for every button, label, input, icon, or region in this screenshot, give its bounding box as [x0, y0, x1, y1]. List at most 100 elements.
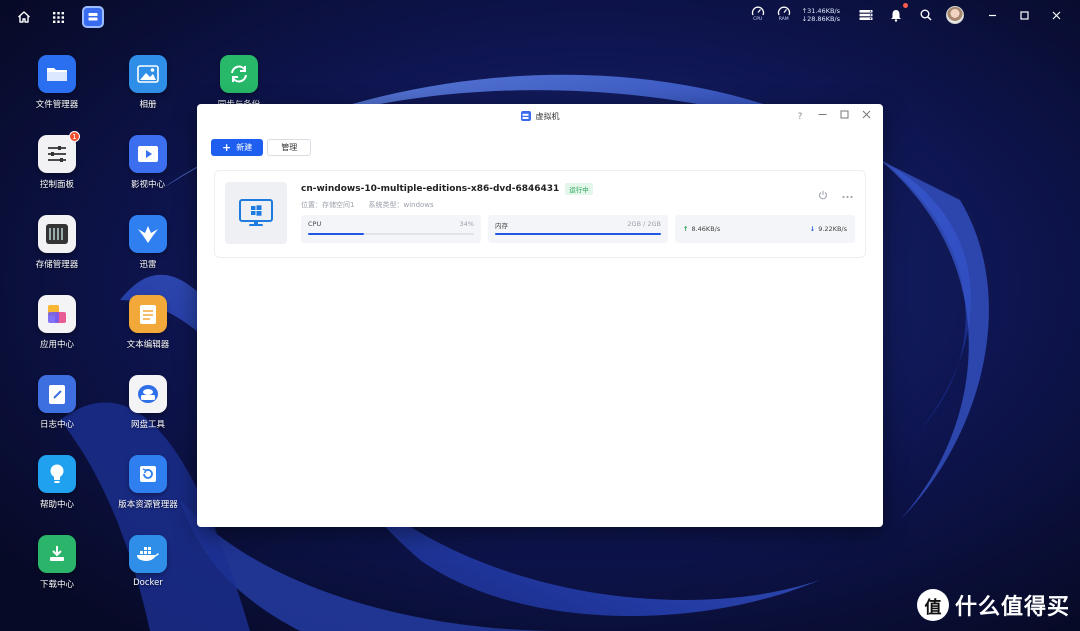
bell-icon	[891, 9, 901, 22]
notification-button[interactable]	[886, 3, 908, 25]
folder-icon	[38, 55, 76, 93]
window-toolbar: + 新建 管理	[211, 139, 312, 156]
desktop-icon-label: 影视中心	[130, 180, 165, 190]
virtual-machine-icon	[88, 13, 98, 21]
desktop-icon-video-center[interactable]: 影视中心	[106, 135, 190, 190]
cpu-gauge-icon	[751, 6, 764, 16]
task-list-button[interactable]	[856, 5, 876, 25]
download-icon	[38, 535, 76, 573]
home-icon	[18, 11, 30, 23]
image-icon	[129, 55, 167, 93]
log-icon	[38, 375, 76, 413]
cpu-value: 34%	[459, 220, 474, 228]
desktop-icon-label: 日志中心	[39, 420, 74, 430]
desktop-icon-docker[interactable]: Docker	[106, 535, 190, 588]
top-taskbar: CPU RAM ↑31.46KB/s ↓28.86KB/s	[0, 0, 1080, 32]
power-button[interactable]	[818, 190, 828, 203]
desktop-icon-control-panel[interactable]: 1 控制面板	[15, 131, 99, 190]
memory-label: 内存	[495, 222, 508, 230]
desktop-icon-label: 存储管理器	[35, 260, 79, 270]
desktop-window-controls	[982, 5, 1066, 25]
vm-card[interactable]: cn-windows-10-multiple-editions-x86-dvd-…	[214, 170, 866, 258]
monitor-windows-icon	[239, 199, 273, 226]
desktop-icon-version-manager[interactable]: 版本资源管理器	[106, 455, 190, 510]
desktop-icon-label: 网盘工具	[130, 420, 165, 430]
vm-os-type: 系统类型：windows	[368, 201, 434, 209]
desktop-close-button[interactable]	[1046, 5, 1066, 25]
vm-title-row: cn-windows-10-multiple-editions-x86-dvd-…	[301, 183, 593, 195]
desktop-icon-album[interactable]: 相册	[106, 55, 190, 110]
desktop-icon-label: 文件管理器	[35, 100, 79, 110]
net-download: ↓ 9.22KB/s	[810, 225, 847, 233]
desktop-icon-file-manager[interactable]: 文件管理器	[15, 55, 99, 110]
desktop-maximize-button[interactable]	[1014, 5, 1034, 25]
sync-icon	[220, 55, 258, 93]
memory-progress-fill	[495, 233, 661, 235]
desktop-icon-label: Docker	[133, 578, 163, 588]
network-usage-row: ↑ 8.46KB/s ↓ 9.22KB/s	[683, 225, 847, 233]
lightbulb-icon	[38, 455, 76, 493]
version-history-icon	[129, 455, 167, 493]
desktop-icon-sync-backup[interactable]: 同步与备份	[197, 55, 281, 110]
cloud-disk-icon	[129, 375, 167, 413]
cpu-usage-header: CPU 34%	[308, 220, 474, 228]
notepad-icon	[129, 295, 167, 333]
vm-location: 位置：存储空间1	[301, 201, 355, 209]
manage-button[interactable]: 管理	[267, 139, 312, 156]
vm-thumbnail	[225, 182, 287, 244]
task-list-icon	[859, 10, 873, 20]
desktop-icon-text-editor[interactable]: 文本编辑器	[106, 295, 190, 350]
site-watermark: 值 什么值得买	[916, 589, 1070, 621]
desktop-icon-storage-manager[interactable]: 存储管理器	[15, 215, 99, 270]
taskbar-right-group: CPU RAM ↑31.46KB/s ↓28.86KB/s	[750, 3, 1066, 25]
memory-usage-header: 内存 2GB / 2GB	[495, 220, 661, 230]
desktop-icon-xunlei[interactable]: 迅雷	[106, 215, 190, 270]
desktop-minimize-button[interactable]	[982, 5, 1002, 25]
search-button[interactable]	[916, 5, 936, 25]
watermark-logo: 值	[916, 589, 949, 621]
notification-badge: 1	[69, 131, 80, 142]
xunlei-bird-icon	[129, 215, 167, 253]
help-button[interactable]: ?	[795, 111, 805, 123]
close-icon	[862, 110, 870, 119]
more-horizontal-icon	[842, 195, 853, 198]
minimize-icon	[988, 14, 996, 16]
ram-gauge[interactable]: RAM	[776, 5, 792, 25]
ram-gauge-icon	[777, 6, 790, 16]
window-minimize-button[interactable]	[817, 110, 827, 123]
user-avatar[interactable]	[946, 6, 964, 24]
network-usage-box: ↑ 8.46KB/s ↓ 9.22KB/s	[675, 215, 855, 243]
ram-gauge-label: RAM	[778, 17, 789, 22]
desktop-icon-download-center[interactable]: 下载中心	[15, 535, 99, 590]
manage-label: 管理	[281, 143, 298, 152]
minimize-icon	[818, 114, 826, 115]
cpu-gauge[interactable]: CPU	[750, 5, 766, 25]
window-close-button[interactable]	[861, 110, 871, 123]
close-icon	[1052, 11, 1060, 19]
virtual-machine-icon	[520, 111, 531, 121]
taskbar-vm-app-button[interactable]	[82, 6, 104, 28]
window-title-bar[interactable]: 虚拟机 ?	[197, 104, 883, 128]
vm-name: cn-windows-10-multiple-editions-x86-dvd-…	[301, 184, 560, 194]
desktop-icon-label: 控制面板	[39, 180, 74, 190]
desktop-icon-label: 相册	[139, 100, 157, 110]
memory-value: 2GB / 2GB	[627, 220, 661, 228]
memory-usage-box: 内存 2GB / 2GB	[488, 215, 668, 243]
desktop-icon-app-center[interactable]: 应用中心	[15, 295, 99, 350]
upload-speed: ↑31.46KB/s	[801, 7, 840, 15]
desktop-icon-label: 帮助中心	[39, 500, 74, 510]
desktop-icon-disk-tool[interactable]: 网盘工具	[106, 375, 190, 430]
arrow-up-icon: ↑	[683, 225, 689, 233]
video-icon	[129, 135, 167, 173]
desktop-icon-help-center[interactable]: 帮助中心	[15, 455, 99, 510]
app-grid-button[interactable]	[48, 7, 68, 27]
desktop-icon-log-center[interactable]: 日志中心	[15, 375, 99, 430]
new-vm-button[interactable]: + 新建	[211, 139, 264, 156]
net-download-value: 9.22KB/s	[818, 225, 847, 233]
desktop-icon-label: 版本资源管理器	[118, 500, 178, 510]
home-button[interactable]	[14, 7, 34, 27]
window-maximize-button[interactable]	[839, 110, 849, 123]
maximize-icon	[1019, 10, 1029, 20]
more-options-button[interactable]	[842, 192, 853, 202]
virtual-machine-window: 虚拟机 ? + 新建 管理 cn-windows-10-multiple-edi…	[197, 104, 883, 527]
